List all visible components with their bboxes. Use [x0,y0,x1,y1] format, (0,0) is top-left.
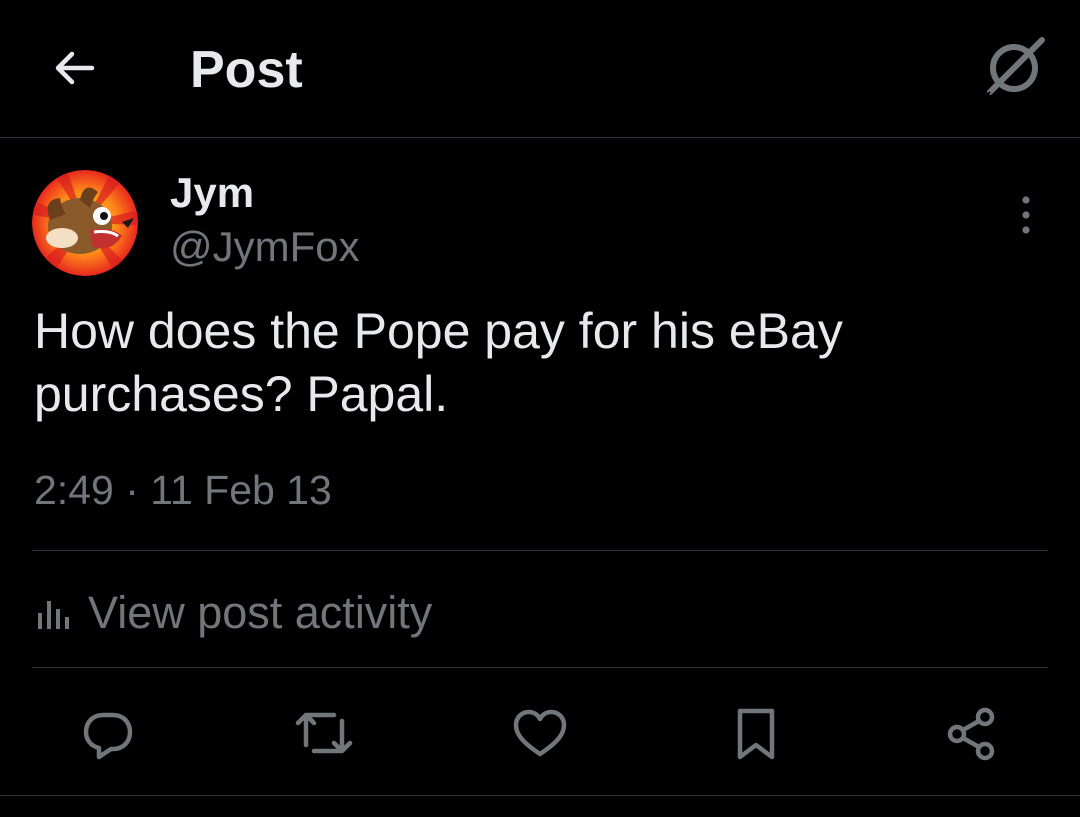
top-bar: Post [0,0,1080,138]
like-icon [513,709,567,757]
post-text: How does the Pope pay for his eBay purch… [34,303,843,422]
page-title: Post [190,41,303,99]
divider [0,795,1080,796]
view-post-activity-label: View post activity [88,587,433,638]
analytics-icon [38,601,69,629]
author-display-name[interactable]: Jym [170,168,254,218]
divider [32,550,1048,551]
share-icon [947,707,995,761]
grok-icon [985,37,1045,97]
bookmark-icon [737,708,775,760]
more-vertical-icon [1022,196,1030,234]
reply-button[interactable] [78,704,138,764]
bookmark-button[interactable] [726,704,786,764]
repost-icon [295,712,353,754]
divider [32,667,1048,668]
reply-icon [83,712,133,760]
grok-button[interactable] [980,32,1050,102]
fox-avatar [32,170,138,276]
more-options-button[interactable] [1004,190,1048,240]
back-button[interactable] [44,38,104,98]
like-button[interactable] [510,704,570,764]
author-handle[interactable]: @JymFox [170,222,360,272]
post-action-bar [0,690,1080,776]
repost-button[interactable] [294,704,354,764]
arrow-left-icon [55,51,95,85]
post-author: Jym @JymFox [32,168,1048,278]
share-button[interactable] [942,704,1002,764]
view-post-activity-button[interactable]: View post activity [34,582,432,644]
post-timestamp[interactable]: 2:49 · 11 Feb 13 [34,462,332,518]
avatar[interactable] [32,170,138,276]
